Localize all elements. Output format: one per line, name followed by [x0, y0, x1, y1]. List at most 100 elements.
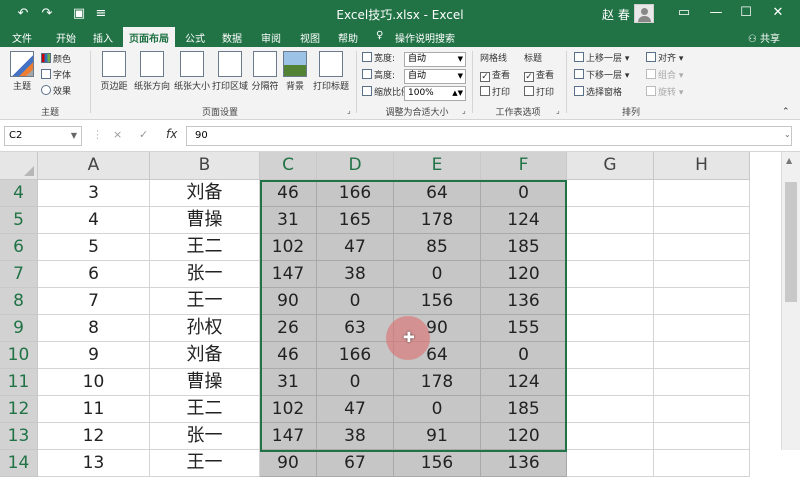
redo-icon[interactable]: ↷ [38, 5, 56, 23]
cell-G14[interactable] [567, 450, 654, 477]
cell-D11[interactable]: 0 [317, 369, 394, 396]
cell-E6[interactable]: 85 [394, 234, 481, 261]
formula-input[interactable]: 90 [186, 126, 792, 146]
cell-F14[interactable]: 136 [481, 450, 567, 477]
cell-C8[interactable]: 90 [260, 288, 317, 315]
cell-C14[interactable]: 90 [260, 450, 317, 477]
row-header-11[interactable]: 11 [0, 369, 38, 396]
height-select[interactable]: 自动 ▼ [404, 69, 466, 84]
margins-button[interactable]: 页边距 [96, 51, 132, 92]
row-header-10[interactable]: 10 [0, 342, 38, 369]
sheet-options-launcher-icon[interactable]: ⌟ [556, 106, 560, 115]
cell-C6[interactable]: 102 [260, 234, 317, 261]
user-name[interactable]: 赵 春 [602, 6, 630, 23]
cell-F11[interactable]: 124 [481, 369, 567, 396]
collapse-ribbon-icon[interactable]: ⌃ [782, 105, 790, 119]
column-header-F[interactable]: F [481, 152, 567, 180]
row-header-7[interactable]: 7 [0, 261, 38, 288]
cell-E4[interactable]: 64 [394, 180, 481, 207]
cell-D5[interactable]: 165 [317, 207, 394, 234]
cell-G7[interactable] [567, 261, 654, 288]
cell-A7[interactable]: 6 [38, 261, 150, 288]
cell-A4[interactable]: 3 [38, 180, 150, 207]
cell-F13[interactable]: 120 [481, 423, 567, 450]
zoom-spinner[interactable]: 100% ▲▼ [404, 86, 466, 101]
tab-home[interactable]: 开始 [56, 30, 76, 45]
cell-E13[interactable]: 91 [394, 423, 481, 450]
cell-F6[interactable]: 185 [481, 234, 567, 261]
scroll-up-icon[interactable]: ▲ [786, 156, 792, 165]
cell-D6[interactable]: 47 [317, 234, 394, 261]
page-setup-launcher-icon[interactable]: ⌟ [347, 106, 351, 115]
cell-A8[interactable]: 7 [38, 288, 150, 315]
cell-B8[interactable]: 王一 [150, 288, 260, 315]
column-header-B[interactable]: B [150, 152, 260, 180]
cell-F10[interactable]: 0 [481, 342, 567, 369]
tab-formulas[interactable]: 公式 [185, 30, 205, 45]
cell-H10[interactable] [654, 342, 750, 369]
cell-H8[interactable] [654, 288, 750, 315]
row-header-12[interactable]: 12 [0, 396, 38, 423]
cell-F4[interactable]: 0 [481, 180, 567, 207]
column-header-A[interactable]: A [38, 152, 150, 180]
cell-C7[interactable]: 147 [260, 261, 317, 288]
row-header-8[interactable]: 8 [0, 288, 38, 315]
cell-A11[interactable]: 10 [38, 369, 150, 396]
cell-C13[interactable]: 147 [260, 423, 317, 450]
cell-F7[interactable]: 120 [481, 261, 567, 288]
cell-H14[interactable] [654, 450, 750, 477]
cell-B6[interactable]: 王二 [150, 234, 260, 261]
cell-H5[interactable] [654, 207, 750, 234]
name-box[interactable]: C2 ▼ [4, 126, 82, 146]
cell-C10[interactable]: 46 [260, 342, 317, 369]
cell-F8[interactable]: 136 [481, 288, 567, 315]
cell-B4[interactable]: 刘备 [150, 180, 260, 207]
themes-button[interactable]: 主题 [4, 51, 40, 92]
cell-B14[interactable]: 王一 [150, 450, 260, 477]
cell-G4[interactable] [567, 180, 654, 207]
column-header-D[interactable]: D [317, 152, 394, 180]
cell-C4[interactable]: 46 [260, 180, 317, 207]
cell-A5[interactable]: 4 [38, 207, 150, 234]
row-header-9[interactable]: 9 [0, 315, 38, 342]
tab-help[interactable]: 帮助 [338, 30, 358, 45]
tab-page-layout[interactable]: 页面布局 [123, 27, 175, 47]
cell-E7[interactable]: 0 [394, 261, 481, 288]
gridlines-print-checkbox[interactable]: 打印 [480, 86, 510, 100]
cell-F5[interactable]: 124 [481, 207, 567, 234]
headings-print-checkbox[interactable]: 打印 [524, 86, 554, 100]
column-header-E[interactable]: E [394, 152, 481, 180]
row-header-13[interactable]: 13 [0, 423, 38, 450]
cell-A10[interactable]: 9 [38, 342, 150, 369]
tab-file[interactable]: 文件 [12, 30, 32, 45]
insert-function-icon[interactable]: fx [166, 127, 177, 141]
cell-B7[interactable]: 张一 [150, 261, 260, 288]
cell-C5[interactable]: 31 [260, 207, 317, 234]
cell-B12[interactable]: 王二 [150, 396, 260, 423]
send-backward-button[interactable]: 下移一层 ▾ [574, 69, 629, 83]
undo-icon[interactable]: ↶ [14, 5, 32, 23]
column-header-G[interactable]: G [567, 152, 654, 180]
tell-me-search[interactable]: 操作说明搜索 [395, 30, 455, 45]
row-header-5[interactable]: 5 [0, 207, 38, 234]
cell-D10[interactable]: 166 [317, 342, 394, 369]
tab-view[interactable]: 视图 [300, 30, 320, 45]
enter-icon[interactable]: ✓ [139, 128, 148, 141]
cell-E5[interactable]: 178 [394, 207, 481, 234]
cell-G9[interactable] [567, 315, 654, 342]
cell-G13[interactable] [567, 423, 654, 450]
cell-G6[interactable] [567, 234, 654, 261]
save-icon[interactable]: ▣ [70, 5, 88, 23]
cell-F12[interactable]: 185 [481, 396, 567, 423]
fonts-button[interactable]: 字体 [41, 69, 71, 83]
cell-D9[interactable]: 63 [317, 315, 394, 342]
cell-B5[interactable]: 曹操 [150, 207, 260, 234]
scrollbar-thumb[interactable] [785, 182, 797, 302]
row-header-4[interactable]: 4 [0, 180, 38, 207]
cell-A14[interactable]: 13 [38, 450, 150, 477]
scale-launcher-icon[interactable]: ⌟ [462, 106, 466, 115]
customize-qat-icon[interactable]: ≡ [92, 5, 110, 23]
share-button[interactable]: ⚇ 共享 [748, 30, 780, 45]
column-header-H[interactable]: H [654, 152, 750, 180]
cancel-icon[interactable]: × [113, 128, 122, 141]
